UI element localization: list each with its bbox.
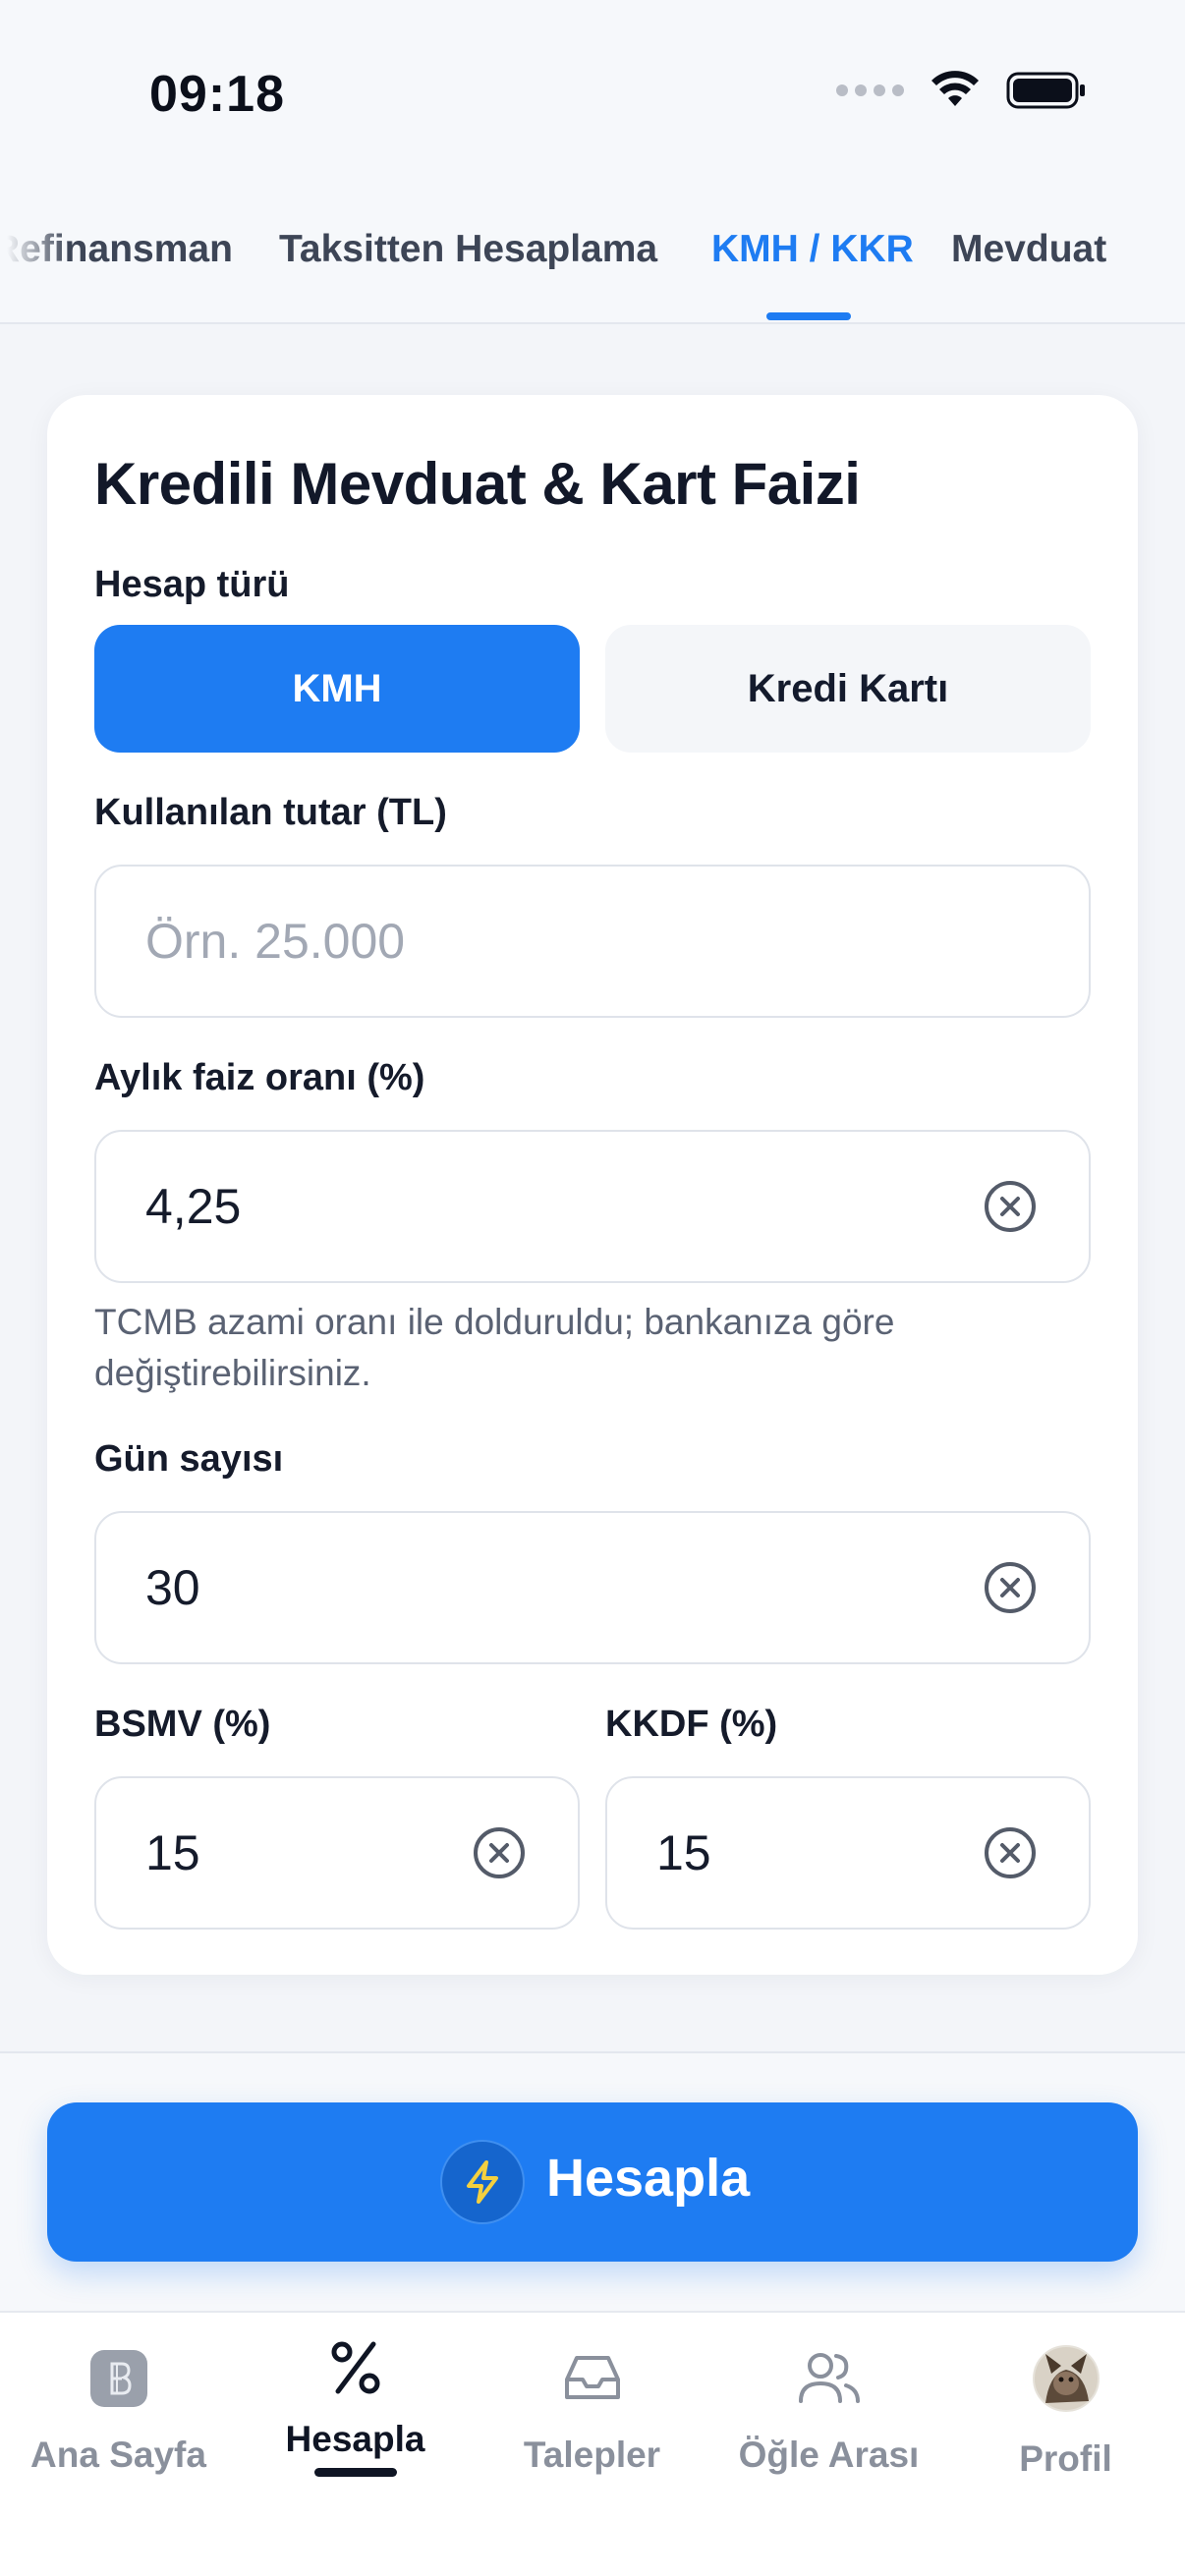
nav-item-lunch-break[interactable]: Öğle Arası (710, 2313, 947, 2509)
bottom-tab-bar: Ana Sayfa Hesapla Talepler Öğle Arası Pr… (0, 2311, 1185, 2576)
status-icons (836, 71, 1087, 110)
bsmv-value: 15 (145, 1825, 200, 1880)
tabs-fade (0, 187, 69, 322)
card-title: Kredili Mevduat & Kart Faizi (94, 451, 861, 517)
bsmv-label: BSMV (%) (94, 1704, 271, 1745)
monthly-rate-helper: TCMB azami oranı ile dolduruldu; bankanı… (94, 1302, 895, 1393)
active-tab-indicator (766, 312, 851, 320)
days-label: Gün sayısı (94, 1438, 284, 1480)
nav-active-indicator (313, 2468, 397, 2477)
users-icon (798, 2353, 860, 2403)
lightning-icon (440, 2140, 525, 2224)
inbox-icon (564, 2356, 620, 2399)
avatar (1032, 2345, 1100, 2412)
kkdf-value: 15 (656, 1825, 711, 1880)
nav-label-lunch-break: Öğle Arası (738, 2435, 920, 2475)
tab-mevduat[interactable]: Mevduat (951, 228, 1106, 271)
nav-label-calculate: Hesapla (285, 2419, 425, 2459)
percent-icon (331, 2341, 379, 2394)
wifi-icon (931, 71, 979, 106)
account-type-label: Hesap türü (94, 564, 290, 605)
kkdf-input[interactable]: 15 (605, 1776, 1091, 1930)
calculate-button[interactable]: Hesapla (47, 2102, 1138, 2262)
days-input[interactable]: 30 (94, 1511, 1091, 1664)
clear-icon[interactable] (983, 1825, 1038, 1880)
nav-label-home: Ana Sayfa (30, 2435, 206, 2475)
monthly-rate-value: 4,25 (145, 1179, 242, 1234)
calculator-tabs: Refinansman Taksitten Hesaplama KMH / KK… (0, 187, 1185, 324)
nav-label-profile: Profil (1019, 2438, 1112, 2479)
status-bar: 09:18 (0, 0, 1185, 187)
clear-icon[interactable] (472, 1825, 527, 1880)
kmh-form-card: Kredili Mevduat & Kart Faizi Hesap türü … (47, 395, 1138, 1975)
account-type-kmh-button[interactable]: KMH (94, 625, 580, 753)
nav-item-profile[interactable]: Profil (947, 2313, 1184, 2509)
nav-item-requests[interactable]: Talepler (474, 2313, 710, 2509)
days-value: 30 (145, 1560, 200, 1615)
nav-item-home[interactable]: Ana Sayfa (0, 2313, 237, 2509)
kkdf-label: KKDF (%) (605, 1704, 778, 1745)
bank-icon (89, 2350, 147, 2407)
action-area: Hesapla (0, 2051, 1185, 2311)
signal-dots-icon (836, 84, 904, 96)
calculate-label: Hesapla (546, 2149, 751, 2208)
monthly-rate-input[interactable]: 4,25 (94, 1130, 1091, 1283)
amount-placeholder: Örn. 25.000 (145, 914, 406, 969)
nav-label-requests: Talepler (523, 2435, 661, 2475)
clear-icon[interactable] (983, 1179, 1038, 1234)
tab-taksitten-hesaplama[interactable]: Taksitten Hesaplama (279, 228, 657, 271)
tab-kmh-kkr[interactable]: KMH / KKR (711, 228, 914, 271)
status-time: 09:18 (149, 66, 285, 123)
account-type-credit-card-button[interactable]: Kredi Kartı (605, 625, 1091, 753)
battery-icon (1006, 72, 1085, 109)
amount-label: Kullanılan tutar (TL) (94, 792, 447, 833)
amount-input[interactable]: Örn. 25.000 (94, 865, 1091, 1018)
monthly-rate-label: Aylık faiz oranı (%) (94, 1057, 425, 1098)
nav-item-calculate[interactable]: Hesapla (237, 2313, 474, 2509)
clear-icon[interactable] (983, 1560, 1038, 1615)
bsmv-input[interactable]: 15 (94, 1776, 580, 1930)
